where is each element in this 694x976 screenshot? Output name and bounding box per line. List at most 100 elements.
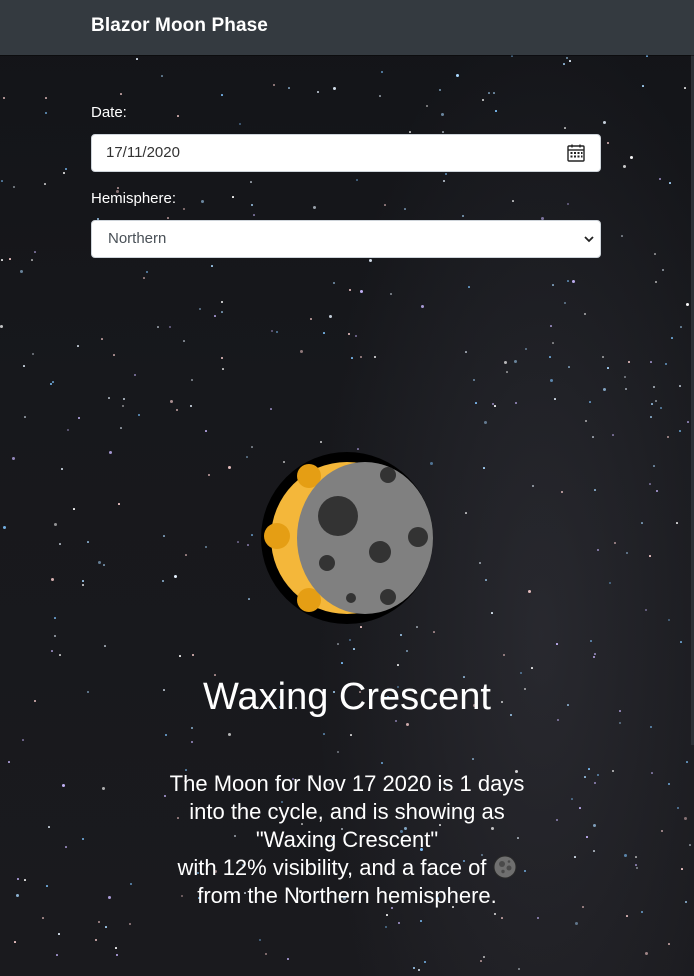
star — [82, 838, 84, 840]
star — [641, 522, 643, 524]
star — [569, 60, 571, 62]
star — [3, 97, 5, 99]
star — [520, 672, 522, 674]
star — [221, 357, 223, 359]
star — [679, 385, 681, 387]
star — [660, 407, 662, 409]
star — [679, 430, 681, 432]
star — [386, 914, 388, 916]
star — [483, 956, 485, 958]
star — [62, 784, 65, 787]
app-title[interactable]: Blazor Moon Phase — [91, 15, 268, 37]
star — [684, 817, 687, 820]
star — [205, 546, 207, 548]
hemisphere-select[interactable]: Northern — [91, 220, 601, 258]
star — [247, 544, 249, 546]
star — [208, 474, 210, 476]
star — [572, 280, 575, 283]
star — [531, 667, 533, 669]
star — [385, 926, 387, 928]
star — [98, 561, 101, 564]
star — [162, 580, 164, 582]
star — [626, 915, 628, 917]
hemisphere-selected-value: Northern — [108, 230, 167, 247]
star — [479, 562, 481, 564]
star — [685, 901, 687, 903]
calendar-icon[interactable] — [566, 143, 586, 163]
star — [138, 414, 140, 416]
star — [228, 466, 231, 469]
star — [619, 722, 621, 724]
star — [689, 844, 691, 846]
chevron-down-icon[interactable] — [584, 234, 594, 244]
description-line-with-icon: with 12% visibility, and a face of — [120, 854, 574, 882]
star — [51, 578, 54, 581]
description-line: into the cycle, and is showing as — [189, 799, 505, 824]
star — [472, 758, 474, 760]
star — [95, 939, 97, 941]
star — [14, 941, 16, 943]
star — [612, 434, 614, 436]
star — [590, 640, 592, 642]
star — [73, 508, 75, 510]
star — [118, 503, 120, 505]
star — [413, 967, 415, 969]
star — [191, 379, 193, 381]
star — [597, 774, 599, 776]
star — [337, 643, 339, 645]
star — [550, 325, 552, 327]
date-label: Date: — [91, 104, 127, 121]
star — [593, 850, 595, 852]
star — [563, 63, 565, 65]
star — [594, 782, 596, 784]
star — [433, 631, 435, 633]
star — [550, 379, 553, 382]
hemisphere-label: Hemisphere: — [91, 190, 177, 207]
date-input[interactable]: 17/11/2020 — [91, 134, 601, 172]
star — [626, 552, 628, 554]
star — [667, 436, 669, 438]
star — [120, 93, 122, 95]
star — [310, 318, 312, 320]
star — [183, 340, 185, 342]
star — [494, 405, 496, 407]
star — [300, 350, 303, 353]
star — [406, 650, 408, 652]
star — [395, 720, 397, 722]
star — [607, 142, 609, 144]
star — [48, 826, 50, 828]
star — [594, 653, 596, 655]
star — [493, 92, 495, 94]
star — [655, 281, 657, 283]
star — [9, 258, 11, 260]
star — [494, 913, 496, 915]
star — [270, 408, 272, 410]
star — [104, 645, 106, 647]
star — [480, 960, 482, 962]
star — [349, 639, 351, 641]
star — [483, 467, 485, 469]
star — [77, 345, 79, 347]
star — [221, 311, 223, 313]
star — [56, 954, 58, 956]
star — [400, 634, 402, 636]
star — [143, 277, 145, 279]
star — [51, 650, 53, 652]
star — [78, 417, 80, 419]
star — [398, 922, 400, 924]
star — [651, 772, 653, 774]
star — [221, 94, 223, 96]
star — [0, 325, 3, 328]
star — [614, 542, 616, 544]
moon-form: Date: 17/11/2020 Hemisphere: Northern — [91, 104, 601, 276]
star — [488, 92, 490, 94]
star — [491, 612, 493, 614]
star — [641, 911, 643, 913]
star — [681, 868, 683, 870]
star — [584, 313, 586, 315]
star — [549, 356, 551, 358]
star — [612, 770, 614, 772]
star — [473, 379, 475, 381]
star — [642, 85, 644, 87]
star — [248, 598, 250, 600]
